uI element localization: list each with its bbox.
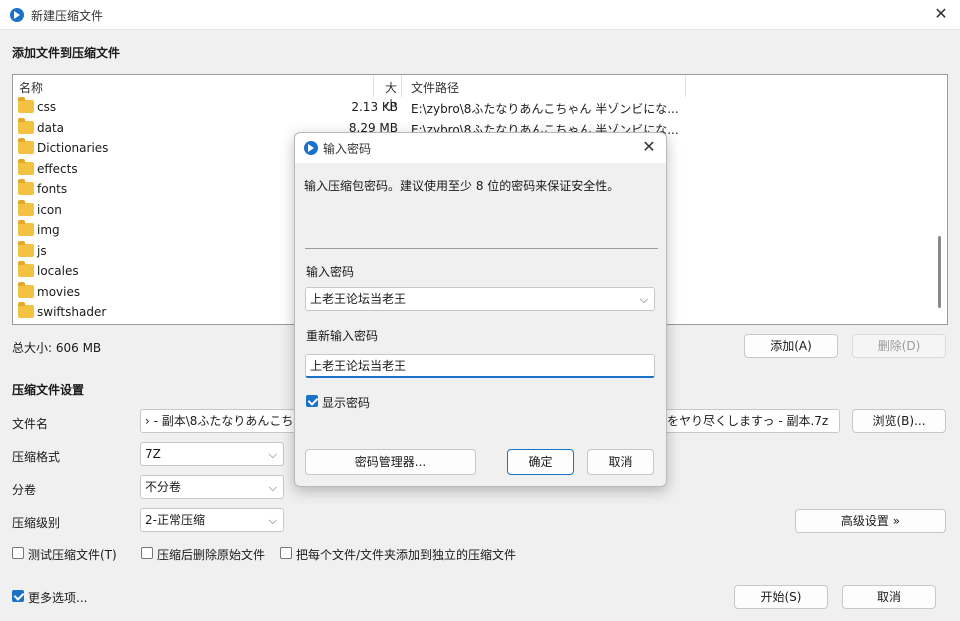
column-divider[interactable] — [685, 75, 686, 97]
level-value: 2-正常压缩 — [145, 513, 205, 527]
row-name: css — [37, 100, 57, 114]
enter-password-combo[interactable]: 上老王论坛当老王 ⌵ — [305, 287, 655, 311]
chevron-down-icon: ⌵ — [268, 448, 277, 461]
delete-button[interactable]: 删除(D) — [852, 334, 946, 358]
chevron-down-icon: ⌵ — [268, 481, 277, 494]
dialog-divider — [305, 248, 658, 249]
folder-icon — [18, 261, 34, 277]
settings-section-title: 压缩文件设置 — [12, 383, 85, 397]
column-name[interactable]: 名称 — [19, 79, 43, 96]
row-name: Dictionaries — [37, 141, 109, 155]
dialog-title-bar: 输入密码 ✕ — [295, 133, 666, 163]
list-header: 名称 大小 文件路径 — [13, 75, 947, 112]
row-name: js — [37, 244, 47, 258]
column-path[interactable]: 文件路径 — [411, 79, 459, 96]
level-label: 压缩级别 — [12, 516, 61, 530]
chevron-down-icon[interactable]: ⌵ — [640, 289, 648, 311]
show-password-label[interactable]: 显示密码 — [322, 394, 370, 411]
more-options-checkbox[interactable] — [12, 590, 24, 602]
row-size: 2.13 KB — [351, 100, 398, 114]
ok-button[interactable]: 确定 — [507, 449, 574, 475]
browse-button[interactable]: 浏览(B)... — [852, 409, 946, 433]
more-options-label[interactable]: 更多选项... — [28, 589, 87, 606]
total-size: 总大小: 606 MB — [12, 341, 102, 355]
enter-password-value: 上老王论坛当老王 — [310, 292, 407, 306]
volume-select[interactable]: 不分卷 ⌵ — [140, 475, 284, 499]
files-section-title: 添加文件到压缩文件 — [12, 46, 121, 60]
row-name: icon — [37, 203, 62, 217]
add-button[interactable]: 添加(A) — [744, 334, 838, 358]
row-name: effects — [37, 162, 78, 176]
folder-icon — [18, 118, 34, 134]
column-divider[interactable] — [373, 75, 374, 97]
test-archive-checkbox[interactable] — [12, 547, 24, 559]
app-logo-icon — [304, 141, 318, 155]
filename-label: 文件名 — [12, 417, 49, 431]
test-archive-label[interactable]: 测试压缩文件(T) — [28, 546, 117, 563]
folder-icon — [18, 138, 34, 154]
close-icon[interactable]: ✕ — [930, 3, 952, 25]
filename-value-left: › - 副本\8ふたなりあんこち — [145, 414, 294, 428]
row-name: movies — [37, 285, 81, 299]
start-button[interactable]: 开始(S) — [734, 585, 828, 609]
window-title: 新建压缩文件 — [31, 9, 104, 23]
separate-archive-label[interactable]: 把每个文件/文件夹添加到独立的压缩文件 — [296, 546, 516, 563]
reenter-password-value: 上老王论坛当老王 — [310, 359, 407, 373]
folder-icon — [18, 302, 34, 318]
format-select[interactable]: 7Z ⌵ — [140, 442, 284, 466]
delete-source-checkbox[interactable] — [141, 547, 153, 559]
separate-archive-checkbox[interactable] — [280, 547, 292, 559]
row-name: fonts — [37, 182, 68, 196]
folder-icon — [18, 282, 34, 298]
row-name: img — [37, 223, 60, 237]
app-logo-icon — [10, 8, 24, 22]
folder-icon — [18, 241, 34, 257]
folder-icon — [18, 159, 34, 175]
password-dialog: 输入密码 ✕ 输入压缩包密码。建议使用至少 8 位的密码来保证安全性。 输入密码… — [294, 132, 667, 487]
enter-password-label: 输入密码 — [306, 265, 355, 279]
folder-icon — [18, 200, 34, 216]
table-row[interactable]: css 2.13 KB E:\zybro\8ふたなりあんこちゃん 半ゾンビにな.… — [13, 97, 713, 117]
password-manager-button[interactable]: 密码管理器... — [305, 449, 476, 475]
title-bar: 新建压缩文件 ✕ — [0, 0, 960, 30]
dialog-description: 输入压缩包密码。建议使用至少 8 位的密码来保证安全性。 — [304, 179, 620, 193]
row-name: data — [37, 121, 65, 135]
row-path: E:\zybro\8ふたなりあんこちゃん 半ゾンビにな... — [411, 102, 679, 116]
dialog-cancel-button[interactable]: 取消 — [587, 449, 654, 475]
cancel-button[interactable]: 取消 — [842, 585, 936, 609]
format-label: 压缩格式 — [12, 450, 61, 464]
row-name: swiftshader — [37, 305, 107, 319]
close-icon[interactable]: ✕ — [638, 136, 660, 158]
delete-source-label[interactable]: 压缩后删除原始文件 — [157, 546, 265, 563]
show-password-checkbox[interactable] — [306, 395, 318, 407]
level-select[interactable]: 2-正常压缩 ⌵ — [140, 508, 284, 532]
dialog-title: 输入密码 — [323, 142, 372, 156]
folder-icon — [18, 179, 34, 195]
chevron-down-icon: ⌵ — [268, 514, 277, 527]
list-scrollbar[interactable] — [938, 236, 941, 308]
format-value: 7Z — [145, 447, 161, 461]
reenter-password-input[interactable]: 上老王论坛当老王 — [305, 354, 655, 378]
folder-icon — [18, 97, 34, 113]
column-divider[interactable] — [401, 75, 402, 97]
volume-value: 不分卷 — [145, 480, 182, 494]
volume-label: 分卷 — [12, 483, 37, 497]
row-name: locales — [37, 264, 79, 278]
folder-icon — [18, 220, 34, 236]
reenter-password-label: 重新输入密码 — [306, 329, 379, 343]
advanced-settings-button[interactable]: 高级设置 » — [795, 509, 946, 533]
filename-value-right: 遣をヤり尽くしますっ - 副本.7z — [655, 414, 829, 428]
